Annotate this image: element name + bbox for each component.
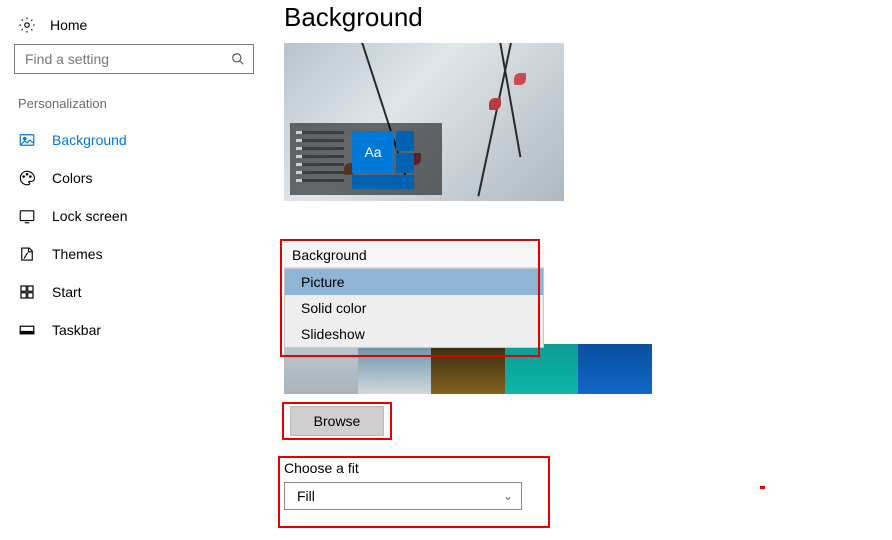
stray-mark bbox=[760, 486, 765, 489]
chevron-down-icon: ⌄ bbox=[503, 489, 513, 503]
nav-label: Themes bbox=[52, 246, 103, 262]
search-input[interactable] bbox=[25, 51, 215, 67]
themes-icon bbox=[18, 245, 36, 263]
image-thumb[interactable] bbox=[284, 344, 358, 394]
dropdown-label: Background bbox=[284, 243, 544, 268]
home-link[interactable]: Home bbox=[14, 10, 270, 44]
dropdown-option-solid-color[interactable]: Solid color bbox=[285, 295, 543, 321]
image-thumb[interactable] bbox=[505, 344, 579, 394]
image-thumb[interactable] bbox=[578, 344, 652, 394]
start-icon bbox=[18, 283, 36, 301]
palette-icon bbox=[18, 169, 36, 187]
dropdown-option-slideshow[interactable]: Slideshow bbox=[285, 321, 543, 347]
background-dropdown-list[interactable]: Picture Solid color Slideshow bbox=[284, 268, 544, 348]
fit-value: Fill bbox=[297, 488, 315, 504]
nav-label: Colors bbox=[52, 170, 92, 186]
image-thumb[interactable] bbox=[431, 344, 505, 394]
nav-label: Start bbox=[52, 284, 82, 300]
background-preview: Aa bbox=[284, 43, 564, 201]
search-icon bbox=[231, 52, 245, 66]
lock-screen-icon bbox=[18, 207, 36, 225]
preview-tile: Aa bbox=[352, 131, 394, 173]
gear-icon bbox=[18, 16, 36, 34]
browse-button[interactable]: Browse bbox=[290, 406, 384, 436]
dropdown-option-picture[interactable]: Picture bbox=[285, 269, 543, 295]
recent-images-row bbox=[284, 344, 652, 394]
nav-item-lock-screen[interactable]: Lock screen bbox=[14, 197, 270, 235]
preview-start-mock: Aa bbox=[290, 123, 442, 195]
fit-label: Choose a fit bbox=[284, 460, 546, 476]
page-title: Background bbox=[284, 2, 652, 33]
section-label: Personalization bbox=[14, 96, 270, 121]
nav-item-taskbar[interactable]: Taskbar bbox=[14, 311, 270, 349]
nav-item-colors[interactable]: Colors bbox=[14, 159, 270, 197]
home-label: Home bbox=[50, 17, 87, 33]
taskbar-icon bbox=[18, 321, 36, 339]
fit-select[interactable]: Fill ⌄ bbox=[284, 482, 522, 510]
nav-label: Lock screen bbox=[52, 208, 127, 224]
image-thumb[interactable] bbox=[358, 344, 432, 394]
nav-item-themes[interactable]: Themes bbox=[14, 235, 270, 273]
nav-item-background[interactable]: Background bbox=[14, 121, 270, 159]
nav-label: Taskbar bbox=[52, 322, 101, 338]
picture-icon bbox=[18, 131, 36, 149]
nav-item-start[interactable]: Start bbox=[14, 273, 270, 311]
nav-label: Background bbox=[52, 132, 127, 148]
background-dropdown-wrap: Background Picture Solid color Slideshow bbox=[284, 243, 544, 348]
search-input-box[interactable] bbox=[14, 44, 254, 74]
